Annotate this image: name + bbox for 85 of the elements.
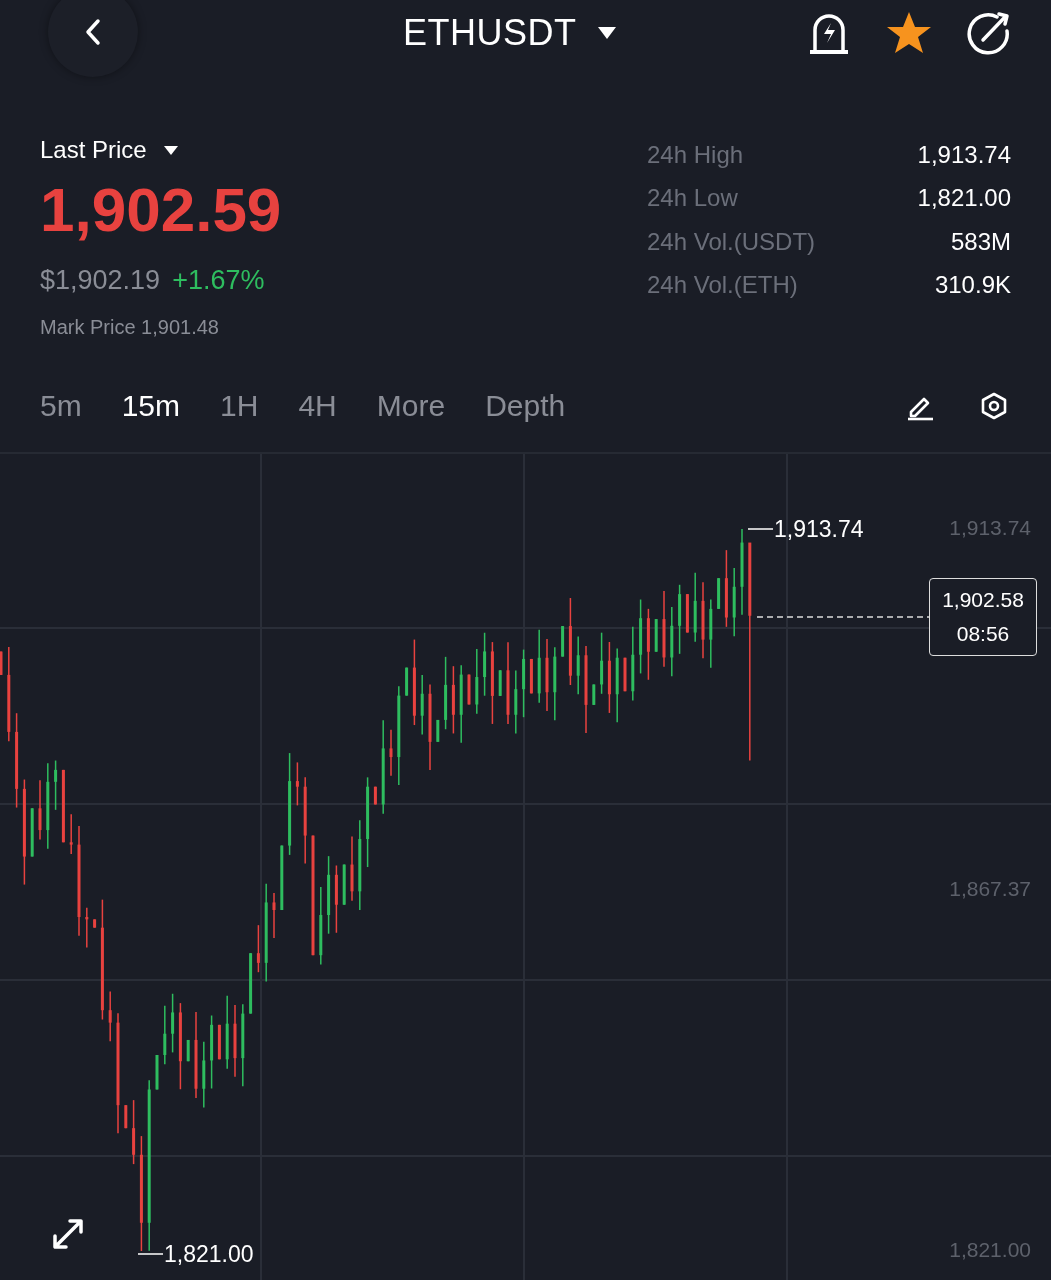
last-price-label[interactable]: Last Price — [40, 136, 147, 164]
stat-value: 1,821.00 — [916, 184, 1011, 213]
candlestick — [171, 993, 175, 1054]
interval-tab[interactable]: 15m — [121, 389, 181, 423]
candlestick — [54, 759, 58, 811]
candlestick — [529, 658, 533, 695]
candlestick — [124, 1104, 128, 1129]
candlestick — [272, 892, 276, 939]
stat-label: 24h Low — [647, 184, 739, 213]
candlestick — [654, 618, 658, 653]
candlestick — [678, 584, 682, 655]
candlestick — [186, 1039, 190, 1062]
axis-label: 1,913.74 — [949, 516, 1031, 540]
candlestick — [561, 625, 565, 658]
candlestick — [249, 952, 253, 1015]
candlestick — [85, 906, 89, 949]
candlestick — [0, 650, 3, 676]
stat-label: 24h High — [647, 140, 745, 169]
candlestick — [623, 656, 627, 692]
candlestick — [69, 813, 73, 855]
candlestick — [717, 577, 721, 610]
stat-value: 310.9K — [933, 271, 1011, 300]
axis-label: 1,867.37 — [949, 877, 1031, 901]
candlestick — [280, 844, 284, 911]
price-change: +1.67% — [172, 264, 265, 296]
candlestick — [132, 1099, 136, 1165]
candlestick — [405, 666, 409, 697]
leader-line — [747, 528, 774, 530]
candlestick — [709, 598, 713, 669]
share-icon[interactable] — [967, 11, 1011, 55]
interval-tab[interactable]: Depth — [485, 389, 566, 423]
candlestick — [256, 924, 260, 973]
candlestick — [373, 785, 377, 806]
candlestick — [389, 728, 393, 777]
candlestick — [670, 606, 674, 677]
interval-tab[interactable]: 1H — [220, 389, 259, 423]
candlestick — [202, 1041, 206, 1109]
leader-line — [137, 1253, 164, 1255]
pair-title[interactable]: ETHUSDT — [403, 12, 577, 54]
expand-icon[interactable] — [51, 1217, 85, 1251]
candlestick — [334, 864, 338, 934]
high-marker: 1,913.74 — [774, 516, 864, 542]
axis-label: 1,821.00 — [949, 1238, 1031, 1262]
candlestick — [498, 669, 502, 697]
candlestick — [163, 1004, 167, 1066]
candlestick — [350, 835, 354, 902]
stat-label: 24h Vol.(USDT) — [647, 227, 817, 256]
candlestick — [436, 719, 440, 743]
candlestick — [576, 635, 580, 696]
countdown: 08:56 — [956, 621, 1010, 647]
candlestick — [295, 761, 299, 807]
candlestick — [522, 648, 526, 718]
candlestick — [451, 665, 455, 735]
interval-tab[interactable]: 4H — [298, 389, 337, 423]
interval-tab[interactable]: More — [376, 389, 446, 423]
star-icon[interactable] — [885, 10, 933, 56]
candlestick — [217, 1024, 221, 1061]
candlestick — [693, 572, 697, 643]
candlestick — [475, 648, 479, 715]
candlestick — [467, 673, 471, 706]
low-marker: 1,821.00 — [164, 1241, 254, 1267]
mark-price: Mark Price 1,901.48 — [40, 315, 220, 340]
stat-value: 1,913.74 — [916, 140, 1011, 169]
caret-icon[interactable] — [596, 26, 617, 40]
candlestick — [342, 863, 346, 906]
settings-icon[interactable] — [979, 391, 1009, 421]
last-price: 1,902.59 — [40, 174, 282, 246]
caret-icon[interactable] — [162, 144, 179, 156]
candlestick — [685, 593, 689, 634]
candlestick — [732, 567, 736, 637]
candlestick — [483, 632, 487, 697]
interval-tab[interactable]: 5m — [40, 389, 82, 423]
candlestick — [514, 669, 518, 735]
candlestick — [600, 631, 604, 695]
stat-label: 24h Vol.(ETH) — [647, 271, 799, 300]
stat-value: 583M — [949, 227, 1011, 256]
current-price: 1,902.58 — [942, 587, 1024, 613]
candlestick — [93, 918, 97, 929]
usd-price: $1,902.19 — [40, 264, 161, 296]
candlestick — [108, 990, 112, 1043]
candlestick — [420, 674, 424, 736]
candlestick — [30, 807, 34, 858]
candlestick — [38, 779, 42, 841]
candlestick — [592, 683, 596, 706]
candlestick — [155, 1054, 159, 1091]
